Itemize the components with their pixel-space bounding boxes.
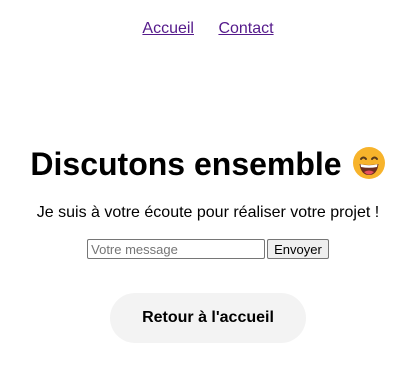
- page-subtitle: Je suis à votre écoute pour réaliser vot…: [36, 204, 380, 221]
- nav-link-contact[interactable]: Contact: [218, 20, 273, 37]
- message-input[interactable]: [87, 239, 266, 259]
- nav-link-home[interactable]: Accueil: [142, 20, 194, 37]
- send-button[interactable]: Envoyer: [267, 239, 329, 259]
- grinning-face-icon: [352, 146, 386, 180]
- top-nav: Accueil Contact: [0, 20, 416, 38]
- back-home-button[interactable]: Retour à l'accueil: [110, 293, 306, 343]
- message-form: Envoyer: [0, 239, 416, 259]
- page-title: Discutons ensemble: [0, 144, 416, 184]
- page-title-text: Discutons ensemble: [30, 146, 342, 182]
